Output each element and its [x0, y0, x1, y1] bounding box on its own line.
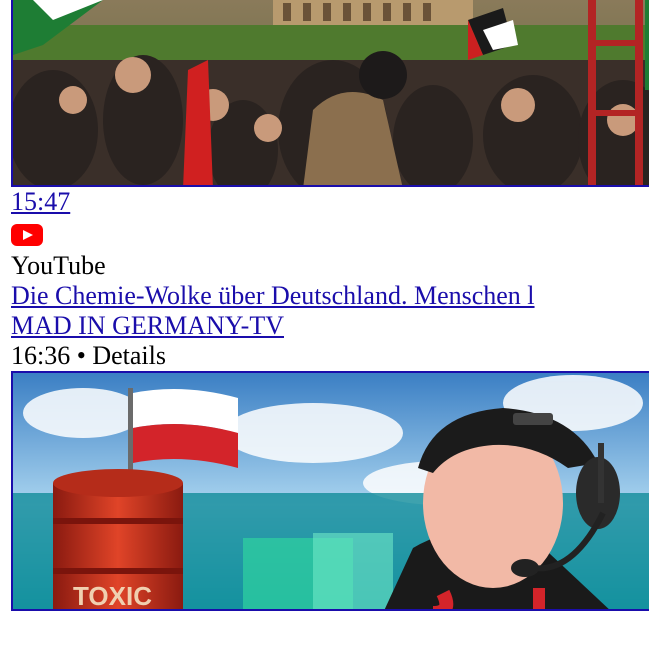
barrel-label: TOXIC	[73, 581, 152, 611]
video-meta: 16:36 • Details	[11, 341, 166, 370]
video-thumbnail-protest[interactable]	[11, 0, 649, 187]
source-label: YouTube	[11, 251, 106, 280]
video-thumbnail-chemie[interactable]: TOXIC	[11, 371, 649, 611]
source-icon-row	[11, 217, 649, 251]
channel-link[interactable]: MAD IN GERMANY-TV	[11, 311, 649, 341]
video-duration-link[interactable]: 15:47	[11, 187, 649, 217]
search-results: 15:47 YouTube Die Chemie-Wolke über Deut…	[11, 0, 649, 611]
youtube-play-icon	[11, 223, 43, 246]
thumbnail-image: TOXIC	[13, 373, 649, 611]
video-title-link[interactable]: Die Chemie-Wolke über Deutschland. Mensc…	[11, 281, 649, 311]
thumbnail-image	[13, 0, 649, 185]
